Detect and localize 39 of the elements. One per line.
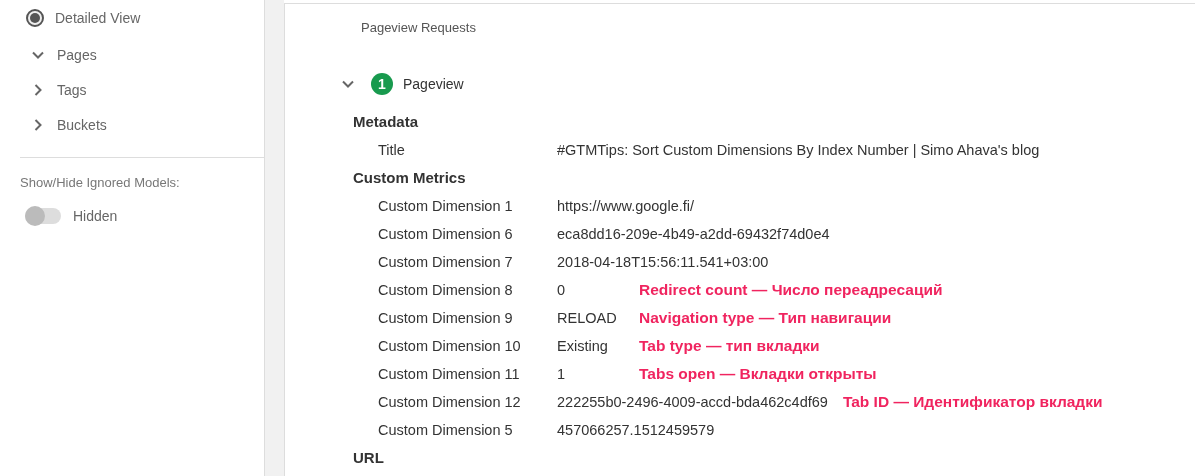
field-name: Title (378, 142, 406, 158)
field-value: 457066257.1512459579 (557, 422, 715, 438)
annotation: Navigation type — Тип навигации (639, 309, 892, 327)
field-name: Custom Dimension 7 (378, 254, 514, 270)
field-name: Custom Dimension 5 (378, 422, 514, 438)
view-option-label: Detailed View (55, 10, 141, 26)
group-heading: URL (353, 448, 385, 468)
tree-item[interactable]: Tags (57, 81, 87, 98)
field-name: Custom Dimension 11 (378, 366, 521, 382)
annotation: Tab ID — Идентификатор вкладки (842, 393, 1103, 411)
tree-item[interactable]: Buckets (57, 116, 107, 133)
group-heading: Custom Metrics (353, 168, 467, 188)
toggle-state-label: Hidden (73, 208, 118, 224)
field-value: Existing (557, 338, 609, 354)
section-title: Pageview Requests (361, 20, 477, 35)
field-name: Custom Dimension 10 (378, 338, 522, 354)
field-value: 2018-04-18T15:56:11.541+03:00 (557, 254, 769, 270)
field-value: https://www.google.fi/ (557, 198, 694, 214)
field-name: Custom Dimension 9 (378, 310, 514, 326)
request-label[interactable]: Pageview (403, 76, 464, 92)
field-value: RELOAD (557, 310, 618, 326)
field-value: #GTMTips: Sort Custom Dimensions By Index Number | Simo Ahava's blog (557, 142, 1040, 158)
group-heading: Metadata (353, 112, 420, 132)
number-badge: 1 (371, 73, 393, 95)
toggle-caption: Show/Hide Ignored Models: (19, 175, 181, 190)
annotation: Tabs open — Вкладки открыты (639, 365, 877, 383)
field-value: 1 (557, 366, 567, 382)
field-value: eca8dd16-209e-4b49-a2dd-69432f74d0e4 (557, 226, 830, 242)
annotation: Redirect count — Число переадресаций (639, 281, 943, 299)
field-value: 222255b0-2496-4009-accd-bda462c4df69 (557, 394, 828, 410)
toggle-switch[interactable] (25, 208, 61, 224)
radio-button[interactable] (26, 9, 44, 27)
field-value: 0 (557, 282, 567, 298)
field-name: Custom Dimension 6 (378, 226, 514, 242)
field-name: Custom Dimension 12 (378, 394, 522, 410)
field-name: Custom Dimension 8 (378, 282, 514, 298)
annotation: Tab type — тип вкладки (639, 337, 820, 355)
tree-item[interactable]: Pages (57, 46, 97, 63)
field-name: Custom Dimension 1 (378, 198, 514, 214)
